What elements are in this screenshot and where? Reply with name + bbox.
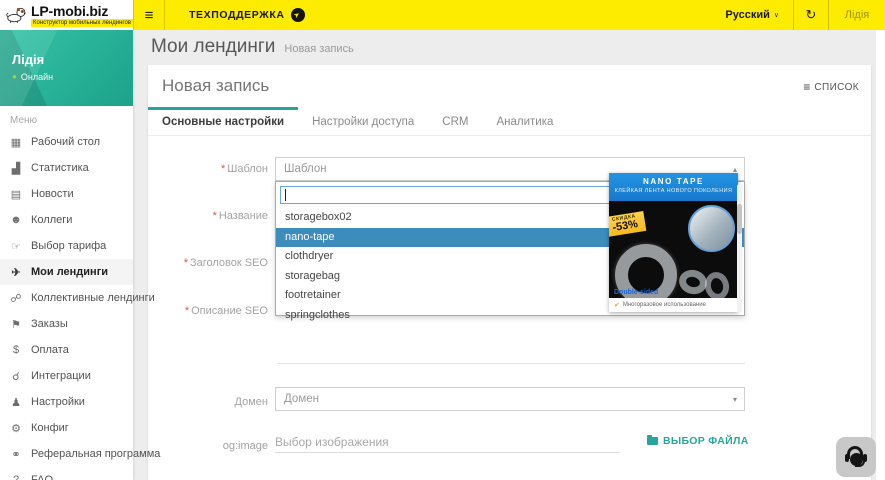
tab-main-settings[interactable]: Основные настройки <box>148 107 298 135</box>
sidebar: Лідія ● Онлайн Меню ▦ Рабочий стол ▟ Ста… <box>0 30 133 480</box>
list-icon: ≡ <box>803 80 810 94</box>
cart-icon: ⚑ <box>8 318 24 331</box>
sidebar-item-faq[interactable]: ? FAQ <box>0 467 133 480</box>
list-button[interactable]: ≡ СПИСОК <box>803 80 859 94</box>
preview-header: NANO TAPE КЛЕЙКАЯ ЛЕНТА НОВОГО ПОКОЛЕНИЯ <box>609 173 738 201</box>
file-select-button[interactable]: ВЫБОР ФАЙЛА <box>647 435 749 447</box>
online-status-dot-icon: ● <box>12 73 17 81</box>
og-image-label: og:image <box>148 440 268 452</box>
page-title: Мои лендинги <box>151 36 275 58</box>
preview-body: СКИДКА -53% Double-sided <box>609 201 738 298</box>
logo[interactable]: LP-mobi.biz Конструктор мобильных лендин… <box>0 0 133 30</box>
sidebar-item-referral[interactable]: ⚭ Реферальная программа <box>0 441 133 467</box>
sidebar-item-desktop[interactable]: ▦ Рабочий стол <box>0 129 133 155</box>
plug-icon: ☌ <box>8 370 24 383</box>
preview-title: NANO TAPE <box>609 177 738 186</box>
menu-section-label: Меню <box>0 106 133 129</box>
language-selector[interactable]: Русский ∨ <box>711 0 793 30</box>
sidebar-item-news[interactable]: ▤ Новости <box>0 181 133 207</box>
user-name: Лідія <box>12 52 121 67</box>
preview-footer: ✔ Многоразовое использование <box>609 298 738 312</box>
tape-roll-small-image <box>702 270 731 298</box>
discount-badge: СКИДКА -53% <box>609 211 646 237</box>
hamburger-menu-button[interactable]: ≡ <box>133 0 165 30</box>
card-title: Новая запись <box>162 76 269 96</box>
seo-description-field-underline <box>277 363 745 364</box>
preview-subtitle: КЛЕЙКАЯ ЛЕНТА НОВОГО ПОКОЛЕНИЯ <box>609 188 738 194</box>
rocket-icon: ✈ <box>8 266 24 279</box>
chevron-down-icon: ∨ <box>774 11 779 19</box>
sidebar-item-payment[interactable]: $ Оплата <box>0 337 133 363</box>
users-icon: ☻ <box>8 214 24 226</box>
refresh-button[interactable]: ↻ <box>794 0 828 30</box>
headset-icon <box>844 445 868 469</box>
logo-title: LP-mobi.biz <box>31 4 133 18</box>
dropdown-scrollbar[interactable] <box>737 184 742 313</box>
hand-pointer-icon: ☞ <box>8 240 24 253</box>
dropdown-scrollbar-thumb[interactable] <box>737 204 742 234</box>
preview-feature-text: Многоразовое использование <box>623 302 706 308</box>
header-username[interactable]: Лідія <box>829 0 885 30</box>
online-status-label: Онлайн <box>21 72 53 82</box>
support-chat-widget[interactable] <box>836 437 876 477</box>
template-preview-image: NANO TAPE КЛЕЙКАЯ ЛЕНТА НОВОГО ПОКОЛЕНИЯ… <box>609 173 738 312</box>
og-image-input[interactable] <box>275 431 620 453</box>
folder-icon <box>647 437 658 445</box>
new-record-card: Новая запись ≡ СПИСОК Основные настройки… <box>148 65 871 480</box>
user-panel: Лідія ● Онлайн <box>0 30 133 106</box>
domain-select[interactable]: Домен ▾ <box>275 387 745 411</box>
top-header: LP-mobi.biz Конструктор мобильных лендин… <box>0 0 885 30</box>
chart-icon: ▟ <box>8 162 24 175</box>
tab-bar: Основные настройки Настройки доступа CRM… <box>148 107 871 136</box>
newspaper-icon: ▤ <box>8 188 24 201</box>
sidebar-item-tariff[interactable]: ☞ Выбор тарифа <box>0 233 133 259</box>
template-dropdown-panel: storagebox02 nano-tape clothdryer storag… <box>275 181 745 316</box>
template-label: *Шаблон <box>148 163 268 175</box>
sidebar-item-collective-landings[interactable]: ☍ Коллективные лендинги <box>0 285 133 311</box>
dog-logo-icon <box>6 5 27 25</box>
telegram-icon: ➤ <box>291 8 305 22</box>
sidebar-item-colleagues[interactable]: ☻ Коллеги <box>0 207 133 233</box>
tab-crm[interactable]: CRM <box>428 107 482 135</box>
check-icon: ✔ <box>614 302 620 309</box>
caret-down-icon: ▾ <box>733 395 744 404</box>
sidebar-item-settings[interactable]: ♟ Настройки <box>0 389 133 415</box>
seo-description-label: *Описание SEO <box>148 305 268 317</box>
sidebar-item-config[interactable]: ⚙ Конфиг <box>0 415 133 441</box>
gear-icon: ⚙ <box>8 422 24 435</box>
preview-inset-photo <box>688 205 735 252</box>
support-button[interactable]: ТЕХПОДДЕРЖКА ➤ <box>173 0 321 30</box>
user-icon: ♟ <box>8 396 24 409</box>
text-cursor <box>285 189 286 201</box>
page-scrollbar[interactable] <box>876 30 885 480</box>
breadcrumb-subtitle: Новая запись <box>284 43 353 55</box>
preview-caption: Double-sided <box>614 289 658 296</box>
user-plus-icon: ⚭ <box>8 448 24 461</box>
refresh-icon: ↻ <box>806 7 817 23</box>
logo-tagline: Конструктор мобильных лендингов <box>31 19 133 27</box>
breadcrumb: Мои лендинги Новая запись <box>151 36 354 58</box>
sidebar-item-orders[interactable]: ⚑ Заказы <box>0 311 133 337</box>
tab-access-settings[interactable]: Настройки доступа <box>298 107 428 135</box>
hamburger-icon: ≡ <box>145 7 154 24</box>
sidebar-item-integrations[interactable]: ☌ Интеграции <box>0 363 133 389</box>
domain-label: Домен <box>148 396 268 408</box>
sidebar-item-statistics[interactable]: ▟ Статистика <box>0 155 133 181</box>
support-label: ТЕХПОДДЕРЖКА <box>189 9 285 21</box>
sidebar-item-my-landings[interactable]: ✈ Мои лендинги <box>0 259 133 285</box>
share-icon: ☍ <box>8 292 24 305</box>
dollar-icon: $ <box>8 344 24 356</box>
seo-title-label: *Заголовок SEO <box>148 257 268 269</box>
name-label: *Название <box>148 210 268 222</box>
header-spacer <box>321 0 712 30</box>
tab-analytics[interactable]: Аналитика <box>482 107 567 135</box>
desktop-icon: ▦ <box>8 136 24 149</box>
question-icon: ? <box>8 474 24 480</box>
